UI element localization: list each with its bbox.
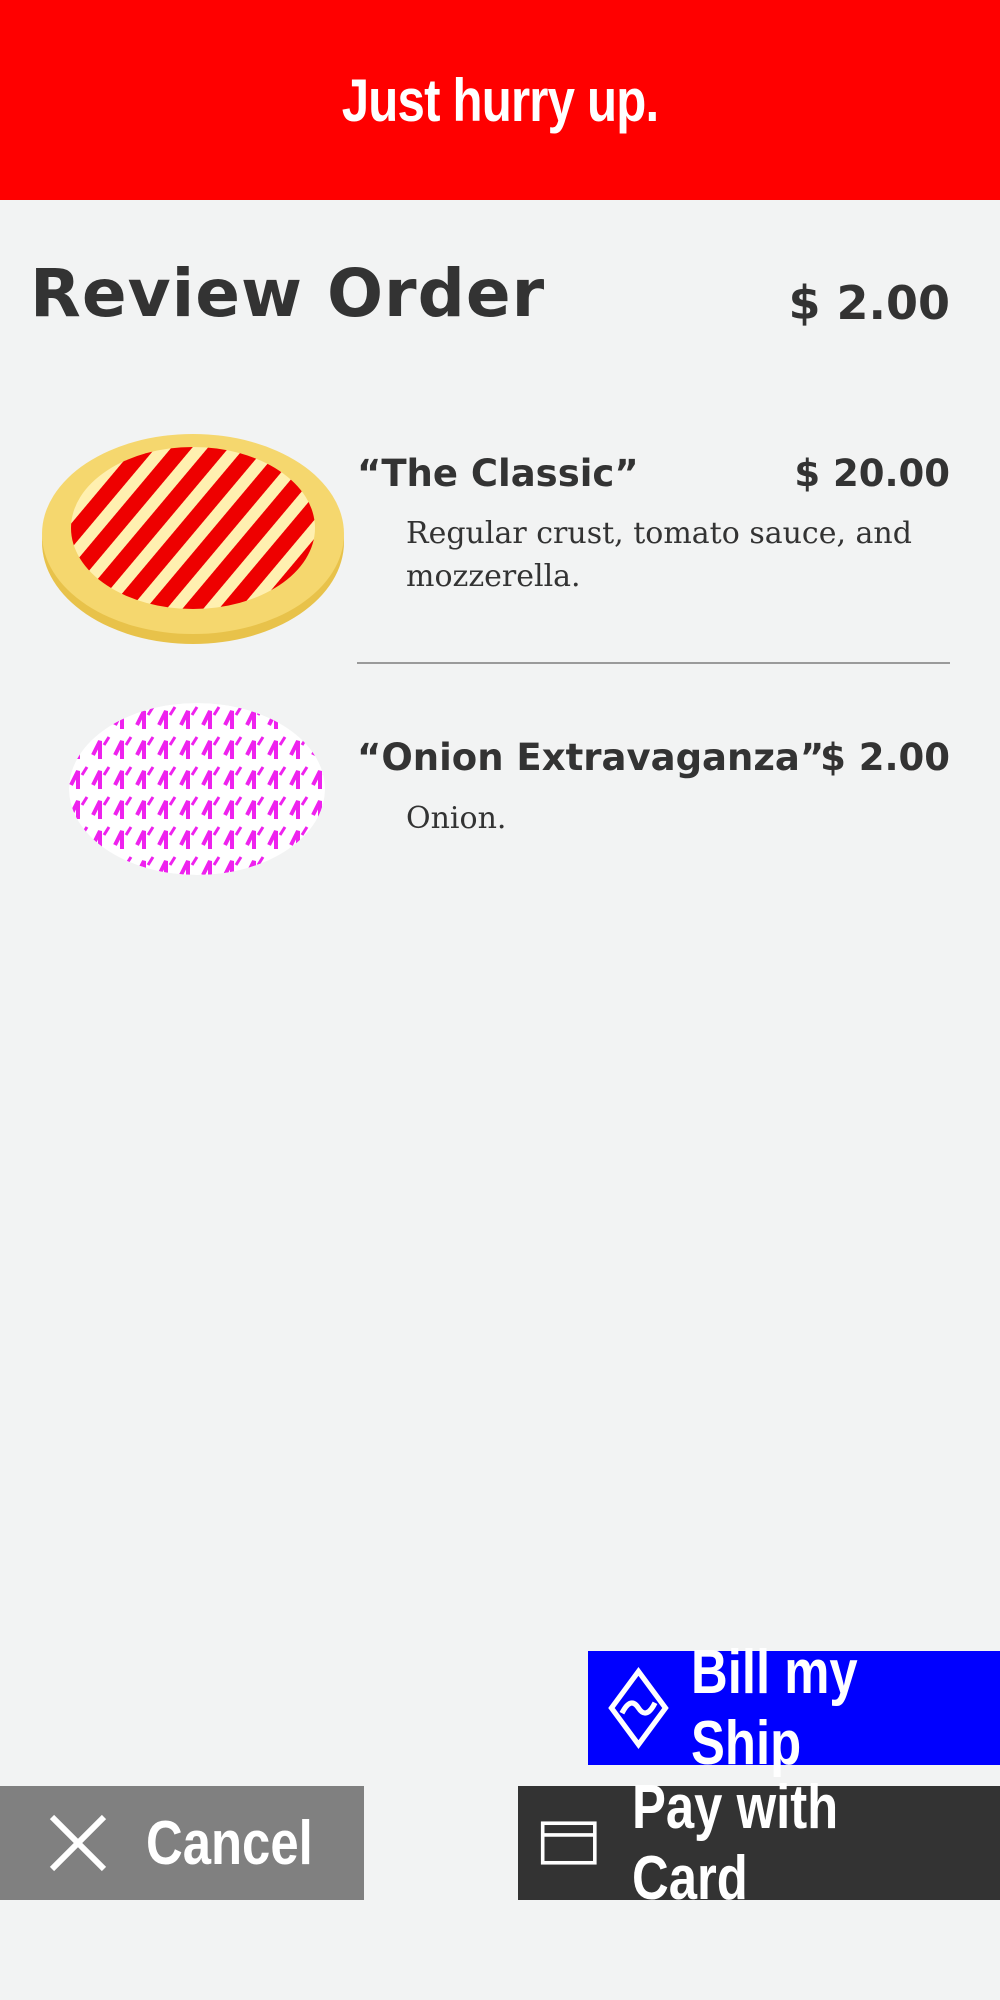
item-divider — [357, 662, 950, 664]
close-icon — [49, 1814, 107, 1872]
item-name: “Onion Extravaganza” — [357, 736, 825, 779]
item-description: Regular crust, tomato sauce, and mozzere… — [406, 516, 912, 594]
bill-my-ship-button[interactable]: Bill my Ship — [588, 1638, 1000, 1778]
credit-card-icon — [540, 1821, 597, 1865]
item-price: $ 20.00 — [794, 452, 950, 495]
item-price: $ 2.00 — [820, 736, 950, 779]
order-total: $ 2.00 — [788, 276, 950, 330]
pay-with-card-label: Pay with Card — [631, 1773, 838, 1913]
cancel-button[interactable]: Cancel — [0, 1786, 364, 1900]
cancel-label: Cancel — [146, 1808, 313, 1878]
onion-pizza-image — [69, 703, 325, 875]
ship-diamond-icon — [608, 1667, 669, 1749]
page-title: Review Order — [30, 255, 546, 332]
item-description: Onion. — [406, 801, 507, 836]
banner-text: Just hurry up. — [341, 66, 659, 134]
item-name: “The Classic” — [357, 452, 639, 495]
bill-my-ship-label: Bill my Ship — [690, 1638, 858, 1778]
classic-pizza-image — [42, 434, 344, 644]
pay-with-card-button[interactable]: Pay with Card — [518, 1773, 1000, 1913]
header-banner: Just hurry up. — [0, 0, 1000, 200]
